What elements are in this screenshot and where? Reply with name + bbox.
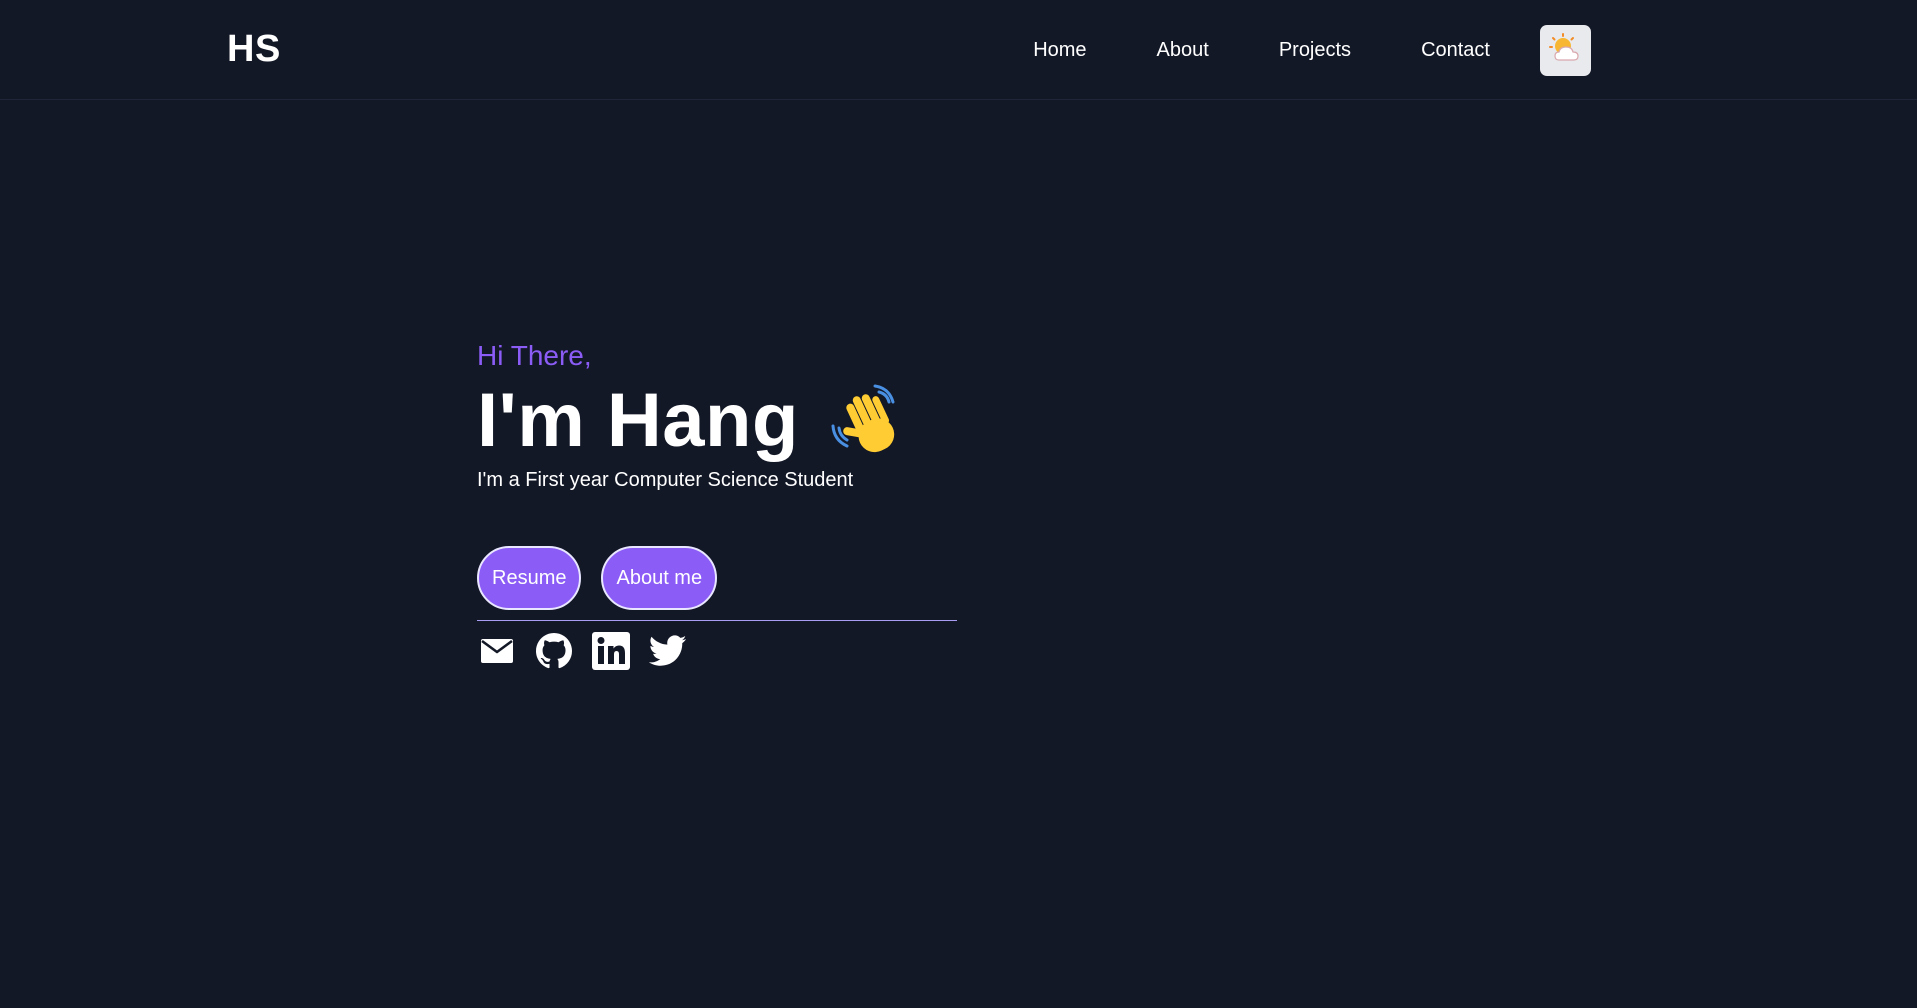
twitter-link[interactable] [648, 631, 688, 671]
social-links [477, 631, 957, 671]
twitter-icon [649, 635, 687, 666]
about-me-button[interactable]: About me [601, 546, 718, 610]
hero-greeting: Hi There, [477, 340, 592, 371]
hero-headline: I'm Hang [477, 378, 799, 463]
linkedin-icon [592, 632, 630, 670]
sun-behind-cloud-icon [1548, 33, 1579, 61]
hero-section: Hi There, I'm Hang I'm a First year Comp… [477, 336, 957, 671]
resume-button[interactable]: Resume [477, 546, 582, 610]
navbar: HS Home About Projects Contact [0, 0, 1917, 100]
github-icon [536, 633, 572, 669]
nav-links: Home About Projects Contact [1033, 0, 1591, 100]
nav-link-home[interactable]: Home [1033, 39, 1086, 62]
email-icon [481, 639, 513, 663]
email-link[interactable] [477, 631, 517, 671]
linkedin-link[interactable] [591, 631, 631, 671]
divider [477, 620, 957, 621]
site-logo[interactable]: HS [227, 28, 281, 71]
hero-buttons: Resume About me [477, 546, 957, 610]
theme-toggle-button[interactable] [1540, 24, 1591, 76]
hero-headline-row: I'm Hang [477, 378, 957, 464]
nav-link-contact[interactable]: Contact [1421, 39, 1490, 62]
hero-subtitle: I'm a First year Computer Science Studen… [477, 469, 854, 491]
nav-link-projects[interactable]: Projects [1279, 39, 1351, 62]
nav-link-about[interactable]: About [1157, 39, 1209, 62]
github-link[interactable] [534, 631, 574, 671]
waving-hand-icon [831, 384, 895, 453]
